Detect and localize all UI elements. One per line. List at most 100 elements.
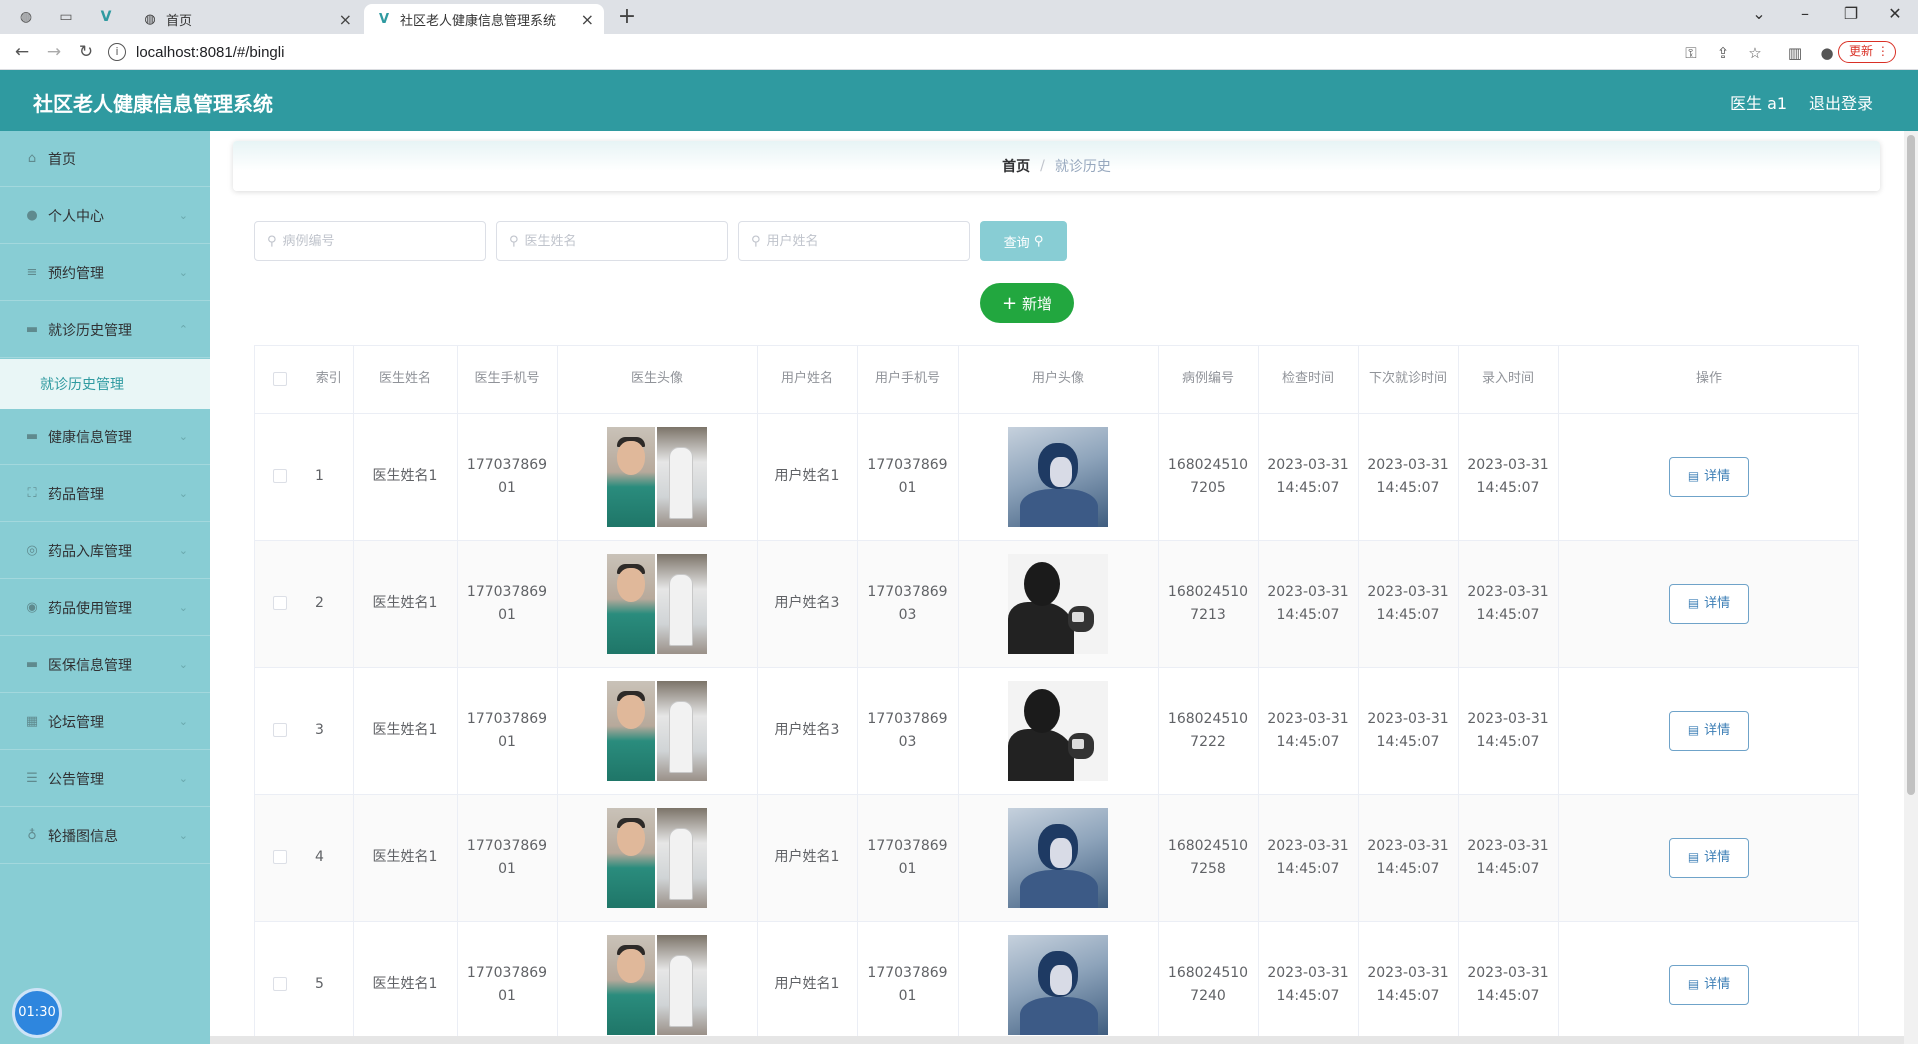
column-header: 用户姓名 bbox=[757, 346, 858, 414]
detail-button[interactable]: ▤ 详情 bbox=[1669, 837, 1749, 878]
detail-button[interactable]: ▤ 详情 bbox=[1669, 964, 1749, 1005]
pinned-tab-blank-icon[interactable]: ▭ bbox=[52, 6, 80, 28]
column-header: 索引 bbox=[305, 346, 354, 414]
scrollbar-thumb[interactable] bbox=[1907, 135, 1915, 795]
select-all-cell[interactable] bbox=[255, 346, 305, 414]
row-index: 3 bbox=[305, 667, 354, 795]
actions-cell: ▤ 详情 bbox=[1558, 540, 1858, 668]
horizontal-scrollbar[interactable] bbox=[210, 1036, 1904, 1044]
next-visit-time-cell: 2023-03-31 14:45:07 bbox=[1358, 921, 1459, 1044]
close-icon[interactable]: × bbox=[581, 10, 594, 29]
row-select-cell[interactable] bbox=[255, 921, 305, 1044]
row-checkbox[interactable] bbox=[273, 596, 287, 610]
user-name-input[interactable] bbox=[766, 233, 947, 249]
star-icon[interactable]: ☆ bbox=[1744, 42, 1766, 64]
doctor-phone-cell: 17703786901 bbox=[457, 667, 558, 795]
sidebar-item-home[interactable]: ⌂ 首页 bbox=[0, 131, 210, 187]
sidebar-subitem-visit-history[interactable]: 就诊历史管理 bbox=[0, 359, 210, 409]
chevron-down-icon: ⌄ bbox=[178, 487, 188, 500]
sidebar-item-carousel[interactable]: ♁ 轮播图信息 ⌄ bbox=[0, 808, 210, 864]
sidebar-item-visit-history[interactable]: ▬ 就诊历史管理 ⌃ bbox=[0, 302, 210, 358]
case-number-input[interactable] bbox=[282, 233, 463, 249]
row-checkbox[interactable] bbox=[273, 850, 287, 864]
row-select-cell[interactable] bbox=[255, 794, 305, 922]
current-user: 医生 a1 bbox=[1730, 94, 1788, 113]
new-tab-icon[interactable]: + bbox=[614, 4, 640, 29]
tab-search-icon[interactable]: ⌄ bbox=[1736, 4, 1782, 30]
clock-widget[interactable]: 01:30 bbox=[12, 988, 62, 1038]
tab-app[interactable]: V 社区老人健康信息管理系统 × bbox=[364, 4, 604, 34]
sidebar-item-appointment[interactable]: ≡ 预约管理 ⌄ bbox=[0, 245, 210, 301]
doctor-name-search[interactable]: ⚲ bbox=[496, 221, 728, 261]
check-time-cell: 2023-03-31 14:45:07 bbox=[1258, 667, 1359, 795]
sidepanel-icon[interactable]: ▥ bbox=[1784, 42, 1806, 64]
profile-icon[interactable]: ● bbox=[1816, 42, 1838, 64]
share-icon[interactable]: ⇪ bbox=[1712, 42, 1734, 64]
restore-icon[interactable]: ❐ bbox=[1828, 4, 1874, 30]
plus-icon: + bbox=[1001, 292, 1018, 314]
doctor-name-input[interactable] bbox=[524, 233, 705, 249]
case-number-search[interactable]: ⚲ bbox=[254, 221, 486, 261]
sidebar-item-personal[interactable]: ● 个人中心 ⌄ bbox=[0, 188, 210, 244]
pinned-tab-icon[interactable]: ◍ bbox=[12, 6, 40, 28]
home-icon: ⌂ bbox=[27, 151, 37, 166]
detail-button[interactable]: ▤ 详情 bbox=[1669, 583, 1749, 624]
doctor-phone-cell: 17703786901 bbox=[457, 540, 558, 668]
mic-icon: ♁ bbox=[27, 828, 37, 843]
logout-button[interactable]: 退出登录 bbox=[1809, 90, 1873, 114]
breadcrumb-current: 就诊历史 bbox=[1054, 159, 1111, 175]
close-window-icon[interactable]: ✕ bbox=[1872, 4, 1918, 30]
row-select-cell[interactable] bbox=[255, 413, 305, 541]
sidebar-item-medicine[interactable]: ⛶ 药品管理 ⌄ bbox=[0, 466, 210, 522]
check-time-cell: 2023-03-31 14:45:07 bbox=[1258, 921, 1359, 1044]
vue-tab-icon[interactable]: V bbox=[92, 6, 120, 28]
select-all-checkbox[interactable] bbox=[273, 371, 287, 386]
chevron-down-icon: ⌄ bbox=[178, 601, 188, 614]
forward-icon[interactable]: → bbox=[42, 40, 66, 64]
add-button[interactable]: + 新增 bbox=[980, 283, 1074, 323]
sidebar-item-insurance[interactable]: ▬ 医保信息管理 ⌄ bbox=[0, 637, 210, 693]
row-checkbox[interactable] bbox=[273, 977, 287, 991]
query-button[interactable]: 查询 ⚲ bbox=[980, 221, 1067, 261]
sidebar-item-notice[interactable]: ☰ 公告管理 ⌄ bbox=[0, 751, 210, 807]
detail-button[interactable]: ▤ 详情 bbox=[1669, 710, 1749, 751]
entry-time-cell: 2023-03-31 14:45:07 bbox=[1458, 540, 1559, 668]
list-icon: ≡ bbox=[26, 265, 38, 280]
check-time-cell: 2023-03-31 14:45:07 bbox=[1258, 540, 1359, 668]
key-icon[interactable]: ⚿ bbox=[1680, 42, 1702, 64]
sidebar-item-medicine-stock[interactable]: ◎ 药品入库管理 ⌄ bbox=[0, 523, 210, 579]
row-index: 2 bbox=[305, 540, 354, 668]
user-phone-cell: 17703786901 bbox=[857, 921, 959, 1044]
breadcrumb-home[interactable]: 首页 bbox=[1002, 156, 1030, 176]
table-row: 2 医生姓名1 17703786901 用户姓名3 17703786903 1680245… bbox=[255, 540, 1858, 668]
user-avatar-cell bbox=[958, 794, 1159, 922]
close-icon[interactable]: × bbox=[339, 10, 352, 29]
user-name-cell: 用户姓名1 bbox=[757, 413, 858, 541]
sidebar-item-forum[interactable]: ▦ 论坛管理 ⌄ bbox=[0, 694, 210, 750]
row-index: 4 bbox=[305, 794, 354, 922]
user-icon: ● bbox=[26, 208, 38, 223]
minimize-icon[interactable]: – bbox=[1782, 4, 1828, 30]
vue-icon: V bbox=[378, 11, 390, 27]
tab-home[interactable]: ◍ 首页 × bbox=[130, 4, 362, 34]
next-visit-time-cell: 2023-03-31 14:45:07 bbox=[1358, 667, 1459, 795]
row-select-cell[interactable] bbox=[255, 540, 305, 668]
back-icon[interactable]: ← bbox=[10, 40, 34, 64]
site-info-icon[interactable]: i bbox=[108, 43, 126, 61]
chevron-down-icon: ⌄ bbox=[178, 544, 188, 557]
chevron-down-icon: ⌄ bbox=[178, 430, 188, 443]
row-checkbox[interactable] bbox=[273, 469, 287, 483]
reload-icon[interactable]: ↻ bbox=[74, 40, 98, 64]
sidebar-item-health-info[interactable]: ▬ 健康信息管理 ⌄ bbox=[0, 409, 210, 465]
sidebar-item-medicine-usage[interactable]: ◉ 药品使用管理 ⌄ bbox=[0, 580, 210, 636]
search-icon: ⚲ bbox=[1033, 233, 1044, 249]
page-scrollbar[interactable] bbox=[1904, 131, 1918, 1044]
detail-button[interactable]: ▤ 详情 bbox=[1669, 456, 1749, 497]
user-avatar-cell bbox=[958, 667, 1159, 795]
user-name-search[interactable]: ⚲ bbox=[738, 221, 970, 261]
row-checkbox[interactable] bbox=[273, 723, 287, 737]
user-avatar-cell bbox=[958, 921, 1159, 1044]
row-select-cell[interactable] bbox=[255, 667, 305, 795]
update-button[interactable]: 更新 ⋮ bbox=[1838, 41, 1896, 63]
url-field[interactable]: i localhost:8081/#/bingli bbox=[108, 38, 1898, 66]
